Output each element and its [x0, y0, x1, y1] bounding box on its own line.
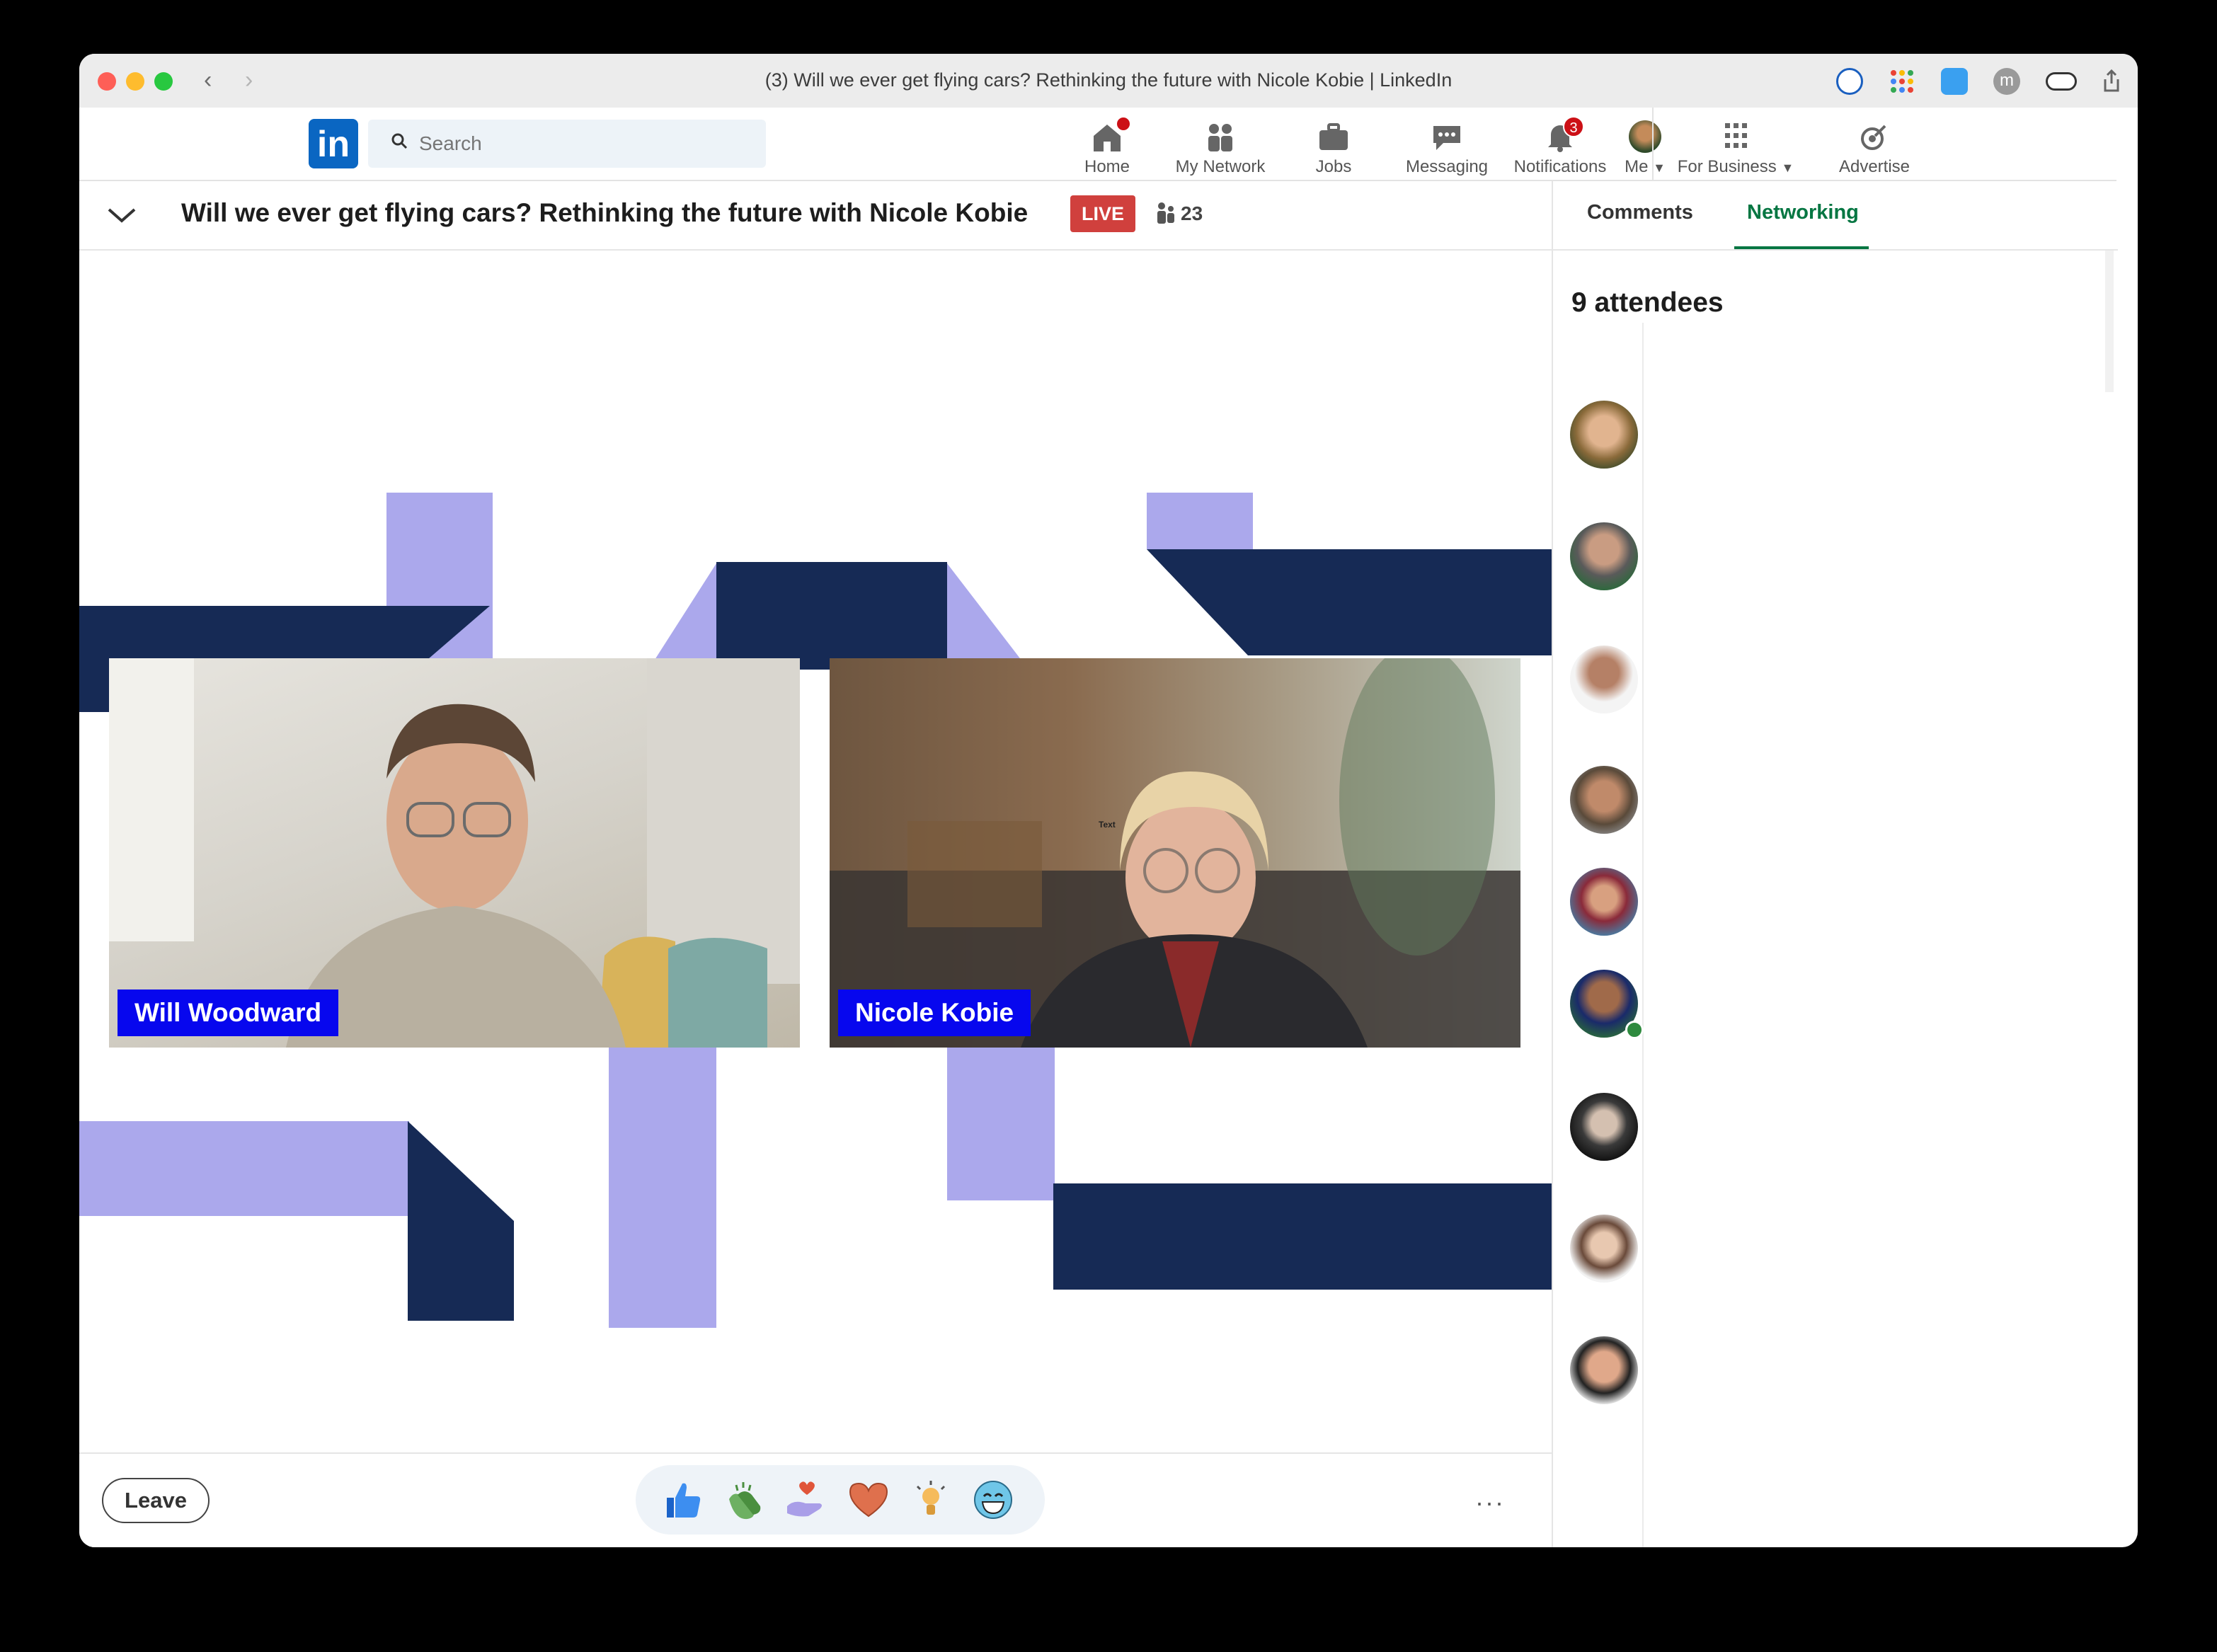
speaker-video-nicole-kobie[interactable]: Text Nicole Kobie	[830, 658, 1520, 1048]
profile-avatar-icon[interactable]: m	[1993, 68, 2020, 95]
nav-label: Advertise	[1838, 157, 1910, 176]
viewers-icon	[1157, 202, 1174, 224]
like-icon[interactable]	[660, 1478, 704, 1522]
tab-networking[interactable]: Networking	[1747, 201, 1859, 224]
more-options-button[interactable]: ···	[1475, 1488, 1505, 1518]
nav-messaging[interactable]: Messaging	[1390, 116, 1503, 180]
insightful-icon[interactable]	[909, 1478, 953, 1522]
decor-shape	[79, 1121, 409, 1216]
nav-notifications[interactable]: 3 Notifications	[1503, 116, 1617, 180]
attendee-avatar[interactable]	[1570, 401, 1638, 469]
user-avatar	[1629, 120, 1661, 153]
attendee-avatar[interactable]	[1570, 1336, 1638, 1404]
browser-window: ‹ › (3) Will we ever get flying cars? Re…	[79, 54, 2138, 1547]
speaker-name-tag: Nicole Kobie	[838, 990, 1031, 1036]
scrollbar[interactable]	[2105, 251, 2114, 392]
tab-comments[interactable]: Comments	[1587, 201, 1693, 224]
live-badge: LIVE	[1070, 195, 1135, 232]
decor-shape	[408, 1121, 514, 1321]
attendee-avatar[interactable]	[1570, 522, 1638, 590]
apps-grid-icon[interactable]	[1889, 68, 1915, 95]
live-stage: Will Woodward Text Nicole Kobie	[79, 252, 1552, 1455]
networking-panel: Comments Networking 9 attendees	[1552, 181, 2118, 1547]
window-title: (3) Will we ever get flying cars? Rethin…	[764, 69, 1453, 91]
list-divider	[1642, 323, 1644, 1547]
linkedin-logo[interactable]: in	[309, 119, 358, 168]
leave-button[interactable]: Leave	[102, 1478, 210, 1523]
nav-label: Home	[1084, 157, 1130, 176]
nav-label: For Business ▼	[1677, 157, 1794, 176]
funny-icon[interactable]	[971, 1478, 1015, 1522]
nav-my-network[interactable]: My Network	[1164, 116, 1277, 180]
notification-badge: 3	[1563, 116, 1584, 137]
reactions-bar	[636, 1465, 1045, 1535]
decor-shape	[1147, 549, 1552, 655]
password-manager-icon[interactable]	[1836, 68, 1863, 95]
tab-separator	[1553, 249, 2118, 251]
search-icon	[391, 133, 408, 149]
share-icon[interactable]	[2098, 68, 2125, 95]
love-icon[interactable]	[847, 1478, 890, 1522]
overlay-text: Text	[1099, 820, 1116, 830]
home-notification-dot	[1116, 116, 1131, 132]
toggle-icon[interactable]	[2046, 72, 2077, 91]
nav-label: Jobs	[1315, 157, 1352, 176]
attendee-avatar[interactable]	[1570, 868, 1638, 936]
advertise-icon	[1861, 125, 1886, 150]
network-icon	[1208, 124, 1232, 151]
search-input[interactable]	[419, 120, 752, 168]
nav-label: Messaging	[1405, 157, 1489, 176]
attendee-avatar[interactable]	[1570, 766, 1638, 834]
online-status-indicator	[1625, 1021, 1644, 1039]
chevron-down-icon: ▼	[1781, 161, 1794, 175]
title-bar: ‹ › (3) Will we ever get flying cars? Re…	[79, 54, 2138, 108]
speaker-video-will-woodward[interactable]: Will Woodward	[109, 658, 800, 1048]
nav-home[interactable]: Home	[1050, 116, 1164, 180]
nav-label: My Network	[1175, 157, 1266, 176]
attendee-avatar[interactable]	[1570, 646, 1638, 713]
nav-for-business[interactable]: For Business ▼	[1665, 116, 1806, 180]
viewer-count: 23	[1181, 202, 1203, 224]
chevron-down-icon[interactable]	[106, 205, 137, 225]
decor-shape	[716, 562, 947, 670]
header-divider	[1652, 108, 1654, 181]
attendee-count: 9 attendees	[1571, 287, 1724, 318]
speaker-name-tag: Will Woodward	[118, 990, 339, 1036]
support-icon[interactable]	[784, 1478, 828, 1522]
briefcase-icon	[1319, 123, 1348, 150]
chat-icon	[1433, 126, 1460, 150]
extension-icon[interactable]	[1941, 68, 1968, 95]
search-box[interactable]	[368, 120, 766, 168]
attendee-avatar[interactable]	[1570, 1215, 1638, 1283]
event-title: Will we ever get flying cars? Rethinking…	[181, 198, 1029, 227]
event-header: Will we ever get flying cars? Rethinking…	[79, 181, 1552, 251]
nav-label: Notifications	[1513, 157, 1607, 176]
nav-advertise[interactable]: Advertise	[1818, 116, 1931, 180]
clap-icon[interactable]	[722, 1478, 766, 1522]
chevron-down-icon: ▼	[1653, 161, 1666, 175]
decor-shape	[1147, 493, 1253, 549]
decor-shape	[1053, 1183, 1552, 1290]
stage-controls: Leave ···	[79, 1452, 1552, 1547]
nav-jobs[interactable]: Jobs	[1277, 116, 1390, 180]
grid-icon	[1725, 123, 1747, 148]
attendee-avatar[interactable]	[1570, 1093, 1638, 1161]
